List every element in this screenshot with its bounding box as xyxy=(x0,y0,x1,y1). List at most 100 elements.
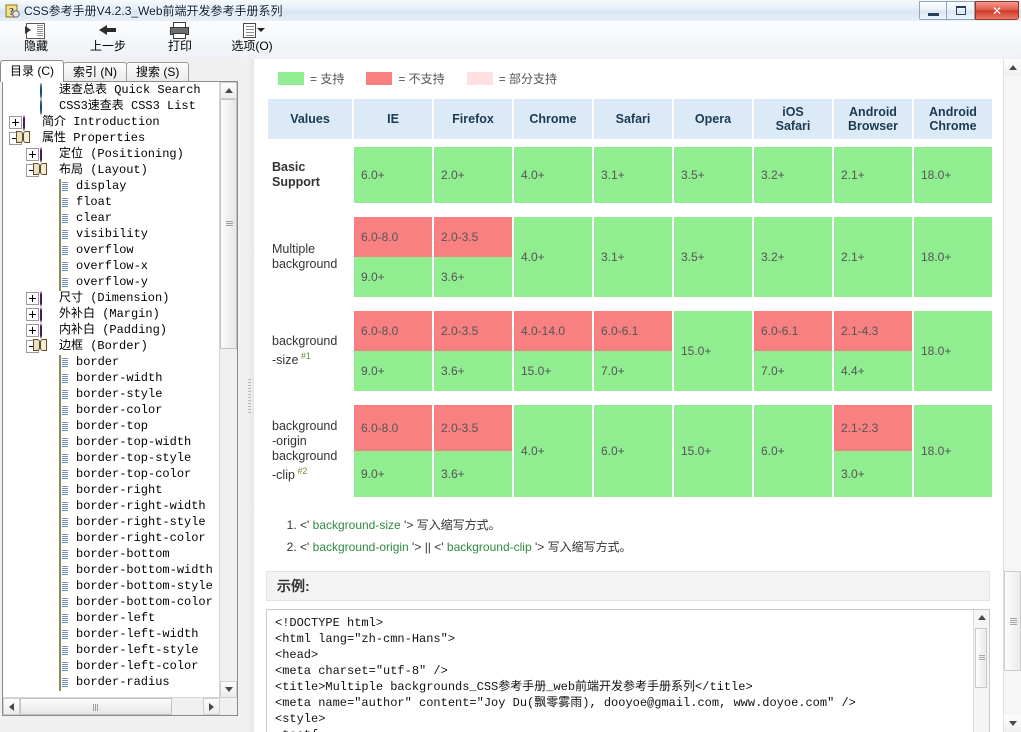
code-scroll-up-button[interactable] xyxy=(974,610,989,625)
expand-plus-icon[interactable] xyxy=(26,148,39,161)
tree-item[interactable]: 布局 (Layout) xyxy=(3,162,222,178)
property-link[interactable]: background-origin xyxy=(309,540,412,554)
tree-spacer xyxy=(43,420,56,433)
page-icon xyxy=(57,371,73,385)
tree-item[interactable]: 速查总表 Quick Search xyxy=(3,82,222,98)
tree-item[interactable]: border-top-style xyxy=(3,450,222,466)
support-value: 2.0-3.5 xyxy=(434,405,512,451)
tree-spacer xyxy=(43,484,56,497)
table-column-header: Values xyxy=(268,99,352,139)
support-cell: 2.1-2.33.0+ xyxy=(834,399,912,503)
expand-plus-icon[interactable] xyxy=(26,324,39,337)
pane-splitter[interactable] xyxy=(245,59,254,732)
tree-item[interactable]: border-radius xyxy=(3,674,222,690)
tree-item[interactable]: 属性 Properties xyxy=(3,130,222,146)
tree-item[interactable]: border-bottom-width xyxy=(3,562,222,578)
support-value: 3.5+ xyxy=(674,147,752,203)
expand-plus-icon[interactable] xyxy=(9,116,22,129)
content-scroll-down-button[interactable] xyxy=(1004,715,1021,732)
tab-search[interactable]: 搜索 (S) xyxy=(126,62,189,82)
tree-item[interactable]: visibility xyxy=(3,226,222,242)
support-cell: 2.1+ xyxy=(834,211,912,303)
table-header-row: ValuesIEFirefoxChromeSafariOperaiOSSafar… xyxy=(268,99,992,139)
tree-item[interactable]: 内补白 (Padding) xyxy=(3,322,222,338)
tree-item[interactable]: overflow xyxy=(3,242,222,258)
tab-contents[interactable]: 目录 (C) xyxy=(0,60,64,82)
support-cell: 3.2+ xyxy=(754,141,832,209)
tree-item[interactable]: overflow-y xyxy=(3,274,222,290)
tree-item[interactable]: border-left xyxy=(3,610,222,626)
tree-scroll-down-button[interactable] xyxy=(220,681,237,698)
tree-hscroll-thumb[interactable] xyxy=(20,698,172,715)
tree-vertical-scrollbar[interactable] xyxy=(219,82,237,698)
tree-item[interactable]: border-left-width xyxy=(3,626,222,642)
support-value: 3.0+ xyxy=(834,451,912,497)
content-vertical-scrollbar[interactable] xyxy=(1003,59,1021,732)
tree-item[interactable]: CSS3速查表 CSS3 List xyxy=(3,98,222,114)
toolbar-button-options[interactable]: 选项(O) xyxy=(216,21,288,59)
tree-item[interactable]: border-top-width xyxy=(3,434,222,450)
content-scroll-up-button[interactable] xyxy=(1004,59,1021,76)
tree-item[interactable]: border-bottom xyxy=(3,546,222,562)
code-scroll-thumb[interactable] xyxy=(975,628,987,688)
tree-item[interactable]: border-bottom-color xyxy=(3,594,222,610)
tree-item[interactable]: border-right-style xyxy=(3,514,222,530)
tree-item[interactable]: border xyxy=(3,354,222,370)
tree-item[interactable]: overflow-x xyxy=(3,258,222,274)
tree-item[interactable]: border-right-color xyxy=(3,530,222,546)
maximize-button[interactable] xyxy=(947,1,975,20)
tree-scroll-right-button[interactable] xyxy=(203,698,220,715)
support-cell: 3.1+ xyxy=(594,141,672,209)
tree-scroll-left-button[interactable] xyxy=(3,698,20,715)
support-value: 9.0+ xyxy=(354,351,432,391)
tree-item[interactable]: border-bottom-style xyxy=(3,578,222,594)
tree-spacer xyxy=(43,612,56,625)
support-value: 7.0+ xyxy=(754,351,832,391)
tree-scroll-thumb[interactable] xyxy=(220,99,237,349)
tree-item[interactable]: border-right xyxy=(3,482,222,498)
table-column-header: AndroidBrowser xyxy=(834,99,912,139)
tree-item[interactable]: border-top-color xyxy=(3,466,222,482)
tree-item[interactable]: border-top xyxy=(3,418,222,434)
tab-index[interactable]: 索引 (N) xyxy=(63,62,127,82)
legend-label-unsupported: = 不支持 xyxy=(398,70,444,87)
tree-item[interactable]: 外补白 (Margin) xyxy=(3,306,222,322)
property-link[interactable]: background-clip xyxy=(444,540,535,554)
tree-item[interactable]: 简介 Introduction xyxy=(3,114,222,130)
tree-scroll-up-button[interactable] xyxy=(220,82,237,99)
support-value: 4.0+ xyxy=(514,405,592,497)
support-cell: 15.0+ xyxy=(674,399,752,503)
example-code-box[interactable]: <!DOCTYPE html> <html lang="zh-cmn-Hans"… xyxy=(266,609,990,732)
tree-item[interactable]: border-color xyxy=(3,402,222,418)
toolbar-button-print[interactable]: 打印 xyxy=(144,21,216,59)
tree-item[interactable]: clear xyxy=(3,210,222,226)
content-scroll-thumb[interactable] xyxy=(1004,571,1021,671)
tree-item[interactable]: 定位 (Positioning) xyxy=(3,146,222,162)
property-link[interactable]: background-size xyxy=(309,518,404,532)
open-book-icon xyxy=(40,339,56,353)
tree-item[interactable]: border-width xyxy=(3,370,222,386)
help-viewer-window: ? CSS参考手册V4.2.3_Web前端开发参考手册系列 ✕ 隐藏 上一步 xyxy=(0,0,1021,732)
tree-item[interactable]: display xyxy=(3,178,222,194)
close-button[interactable]: ✕ xyxy=(975,1,1019,20)
toolbar-button-back[interactable]: 上一步 xyxy=(72,21,144,59)
tree-item[interactable]: border-left-color xyxy=(3,658,222,674)
tree-item[interactable]: border-left-style xyxy=(3,642,222,658)
tree-horizontal-scrollbar[interactable] xyxy=(3,697,220,715)
page-icon xyxy=(57,435,73,449)
code-vertical-scrollbar[interactable] xyxy=(973,610,989,732)
contents-tree[interactable]: 速查总表 Quick SearchCSS3速查表 CSS3 List简介 Int… xyxy=(2,81,238,716)
window-controls: ✕ xyxy=(919,1,1019,20)
footnote-text: <' xyxy=(300,540,309,554)
tree-item[interactable]: border-style xyxy=(3,386,222,402)
minimize-button[interactable] xyxy=(919,1,947,20)
tree-item[interactable]: float xyxy=(3,194,222,210)
tree-item[interactable]: border-right-width xyxy=(3,498,222,514)
expand-plus-icon[interactable] xyxy=(26,308,39,321)
support-value: 6.0-6.1 xyxy=(594,311,672,351)
main-split: 目录 (C) 索引 (N) 搜索 (S) 速查总表 Quick SearchCS… xyxy=(0,59,1021,732)
expand-plus-icon[interactable] xyxy=(26,292,39,305)
tree-item[interactable]: 尺寸 (Dimension) xyxy=(3,290,222,306)
tree-item[interactable]: 边框 (Border) xyxy=(3,338,222,354)
toolbar-button-hide[interactable]: 隐藏 xyxy=(0,21,72,59)
